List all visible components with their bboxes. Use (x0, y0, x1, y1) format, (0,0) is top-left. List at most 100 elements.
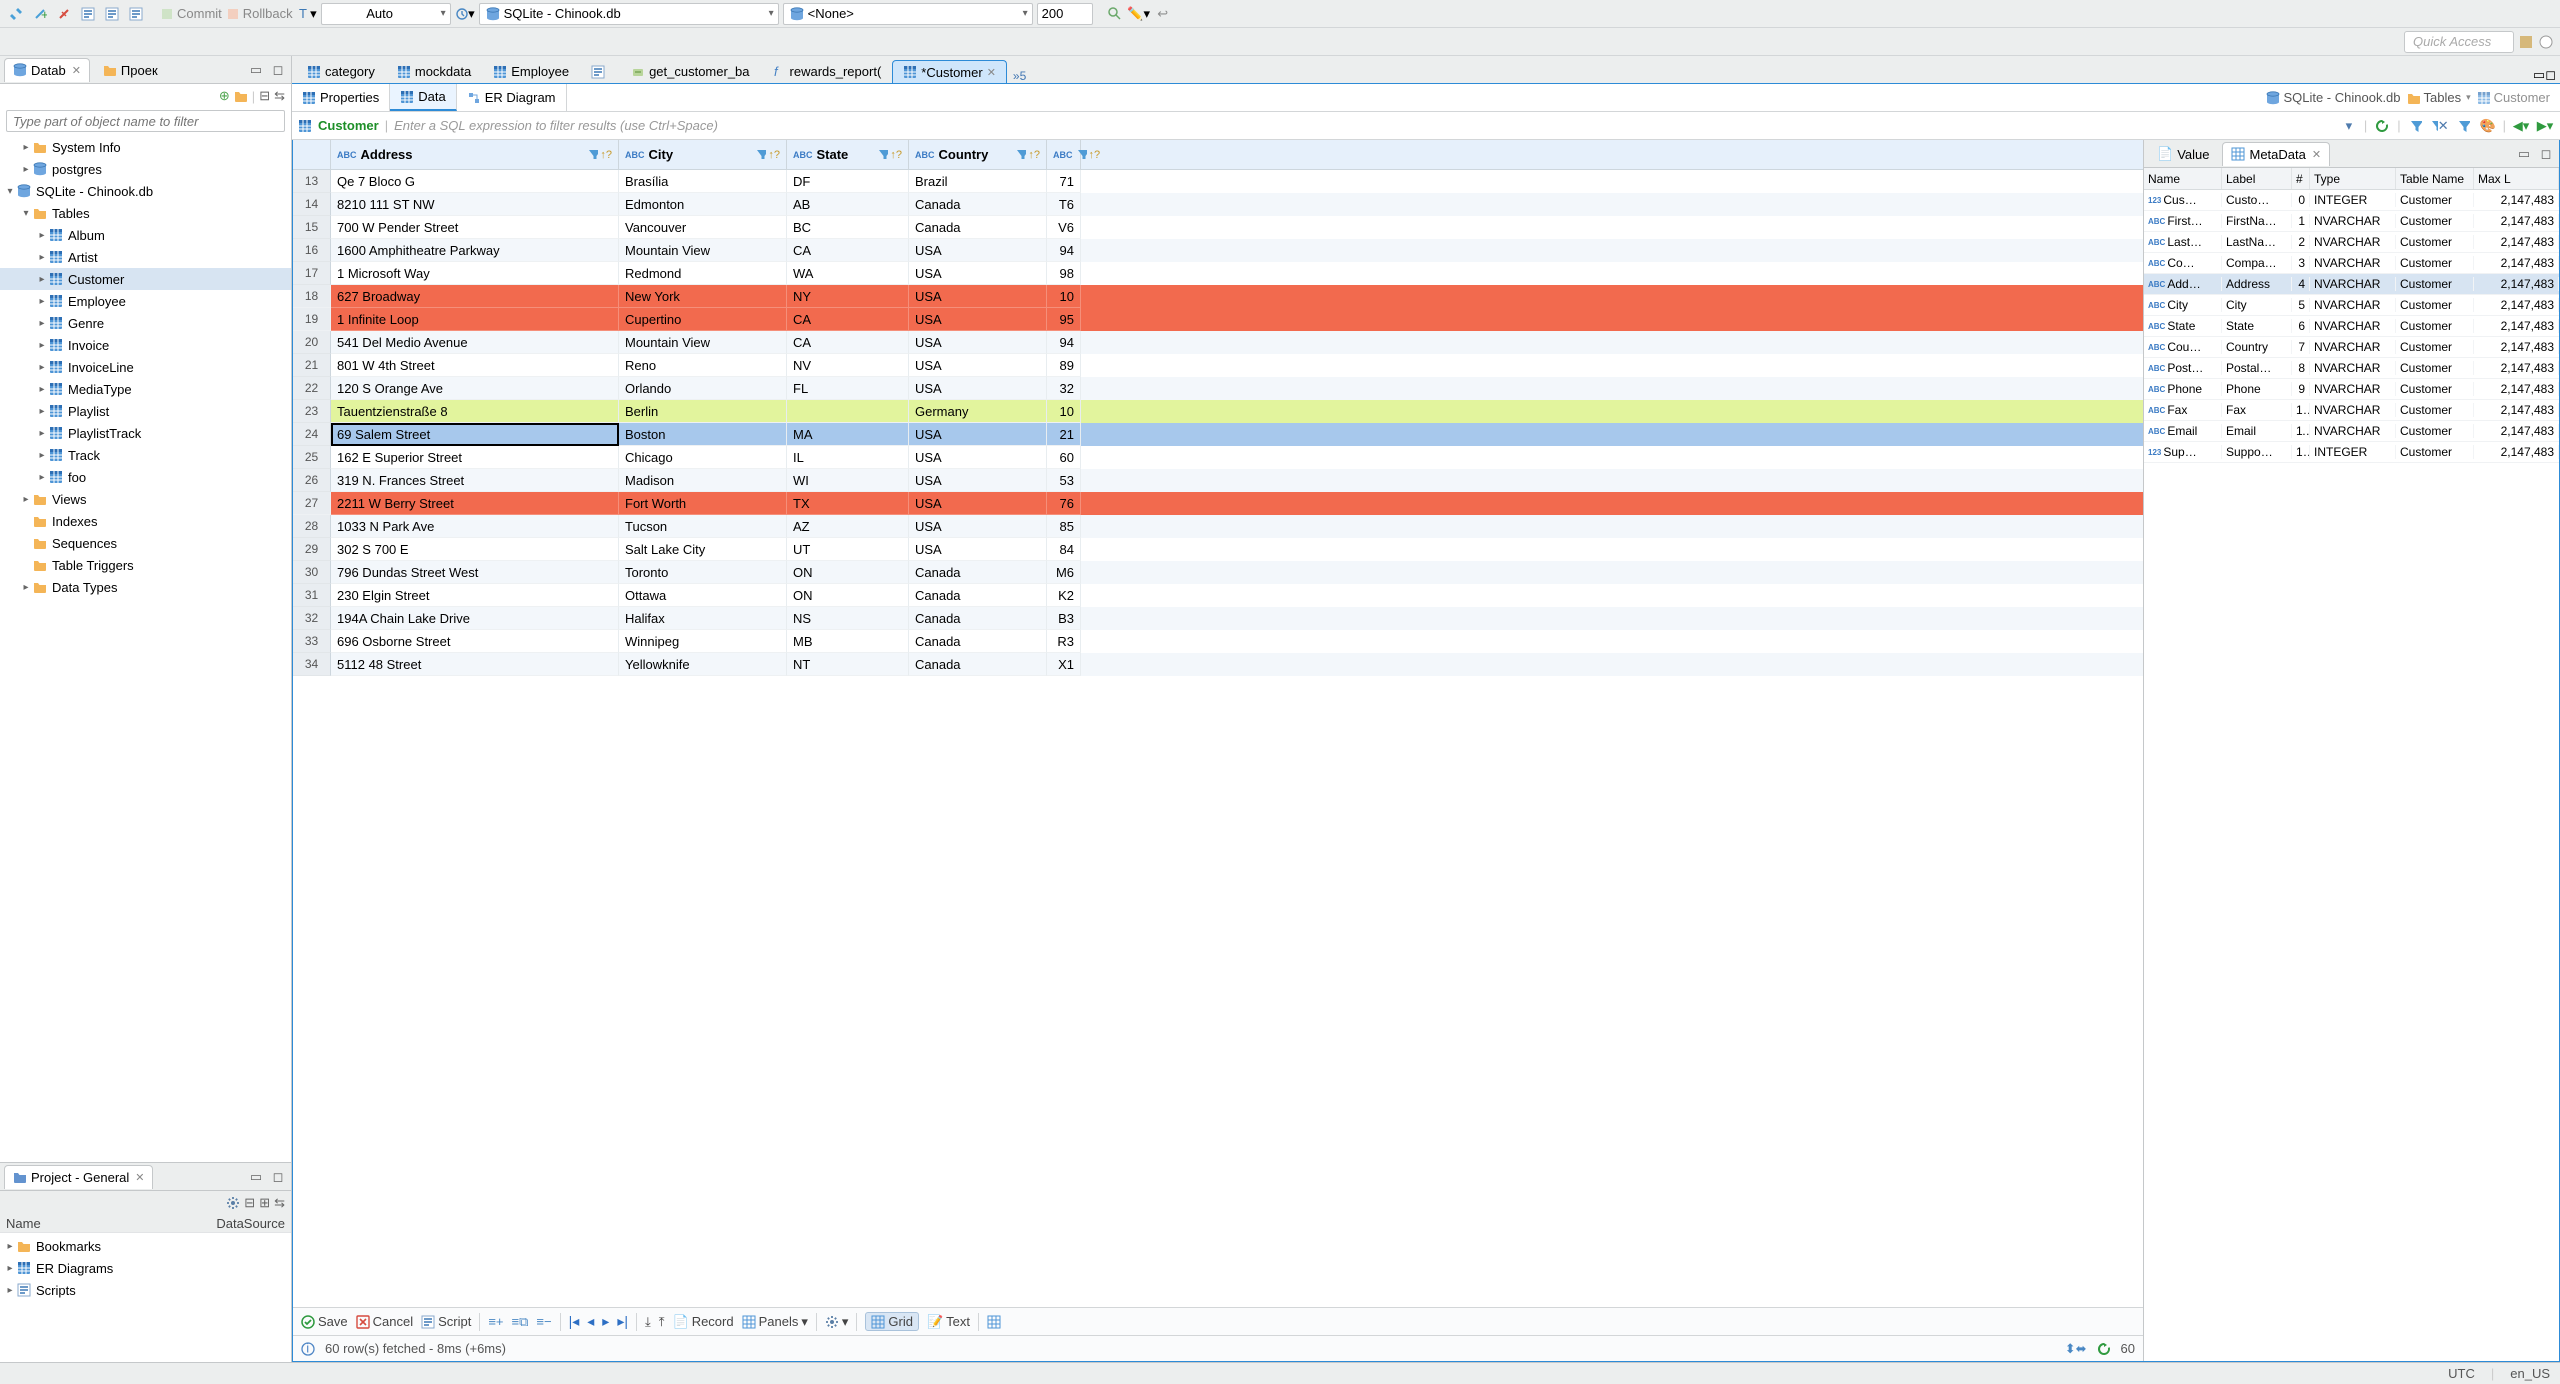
editor-tab[interactable]: category (296, 59, 386, 83)
connect-icon[interactable] (6, 4, 26, 24)
table-row[interactable]: 15700 W Pender StreetVancouverBCCanadaV6 (293, 216, 2143, 239)
tree-item[interactable]: ▸MediaType (0, 378, 291, 400)
nav-tree[interactable]: ▸System Info▸postgres▾SQLite - Chinook.d… (0, 134, 291, 1162)
filter-save-icon[interactable] (2455, 117, 2473, 135)
collapse-icon[interactable]: ⊟ (244, 1195, 255, 1211)
minimize-icon[interactable]: ▭ (2533, 67, 2545, 83)
table-row[interactable]: 171 Microsoft WayRedmondWAUSA98 (293, 262, 2143, 285)
breadcrumb-tables[interactable]: Tables▾ (2407, 90, 2471, 105)
close-icon[interactable]: ✕ (987, 66, 996, 79)
tree-item[interactable]: ▸Invoice (0, 334, 291, 356)
maximize-icon[interactable]: ◻ (2545, 67, 2556, 83)
filter-icon[interactable] (2407, 117, 2425, 135)
tree-item[interactable]: Table Triggers (0, 554, 291, 576)
new-folder-icon[interactable] (234, 89, 248, 103)
next-page-icon[interactable]: ▸ (602, 1313, 609, 1330)
meta-row[interactable]: ABCLast…LastNa…2NVARCHARCustomer2,147,48… (2144, 232, 2559, 253)
first-page-icon[interactable]: |◂ (569, 1313, 580, 1330)
table-row[interactable]: 161600 Amphitheatre ParkwayMountain View… (293, 239, 2143, 262)
editor-tab[interactable]: rewards_report( (761, 59, 893, 83)
table-row[interactable]: 23Tauentzienstraße 8BerlinGermany10 (293, 400, 2143, 423)
new-conn-icon[interactable]: ⊕ (219, 88, 230, 104)
table-row[interactable]: 148210 111 ST NWEdmontonABCanadaT6 (293, 193, 2143, 216)
rollback-button[interactable]: Rollback (226, 4, 293, 24)
add-row-icon[interactable]: ≡+ (488, 1314, 503, 1329)
connection-combo[interactable]: SQLite - Chinook.db (479, 3, 779, 25)
cancel-button[interactable]: Cancel (356, 1314, 413, 1329)
meta-row[interactable]: ABCCityCity5NVARCHARCustomer2,147,483 (2144, 295, 2559, 316)
close-icon[interactable]: ✕ (72, 64, 81, 77)
schema-combo[interactable]: <None> (783, 3, 1033, 25)
tree-item[interactable]: ▸Employee (0, 290, 291, 312)
tree-item[interactable]: ▸Playlist (0, 400, 291, 422)
tree-item[interactable]: ▸Track (0, 444, 291, 466)
meta-tab-value[interactable]: 📄Value (2148, 142, 2218, 166)
filter-clear-icon[interactable]: ✕ (2431, 117, 2449, 135)
nav-tab-database[interactable]: Datab✕ (4, 58, 90, 82)
gear-icon[interactable] (226, 1196, 240, 1210)
table-row[interactable]: 345112 48 StreetYellowknifeNTCanadaX1 (293, 653, 2143, 676)
prev-page-icon[interactable]: ◂ (587, 1313, 594, 1330)
meta-row[interactable]: ABCAdd…Address4NVARCHARCustomer2,147,483 (2144, 274, 2559, 295)
subtab-data[interactable]: Data (390, 84, 456, 111)
tx-mode-combo[interactable]: Auto (321, 3, 451, 25)
project-item[interactable]: ▸ER Diagrams (0, 1257, 291, 1279)
nav-filter-input[interactable] (6, 110, 285, 132)
tree-item[interactable]: ▸PlaylistTrack (0, 422, 291, 444)
breadcrumb-db[interactable]: SQLite - Chinook.db (2266, 90, 2400, 105)
close-icon[interactable]: ✕ (135, 1171, 144, 1184)
table-row[interactable]: 33696 Osborne StreetWinnipegMBCanadaR3 (293, 630, 2143, 653)
minimize-icon[interactable]: ▭ (2515, 145, 2533, 163)
text-mode-button[interactable]: 📝Text (927, 1314, 970, 1330)
table-row[interactable]: 30796 Dundas Street WestTorontoONCanadaM… (293, 561, 2143, 584)
editor-tab[interactable]: get_customer_ba (620, 59, 760, 83)
meta-row[interactable]: ABCCou…Country7NVARCHARCustomer2,147,483 (2144, 337, 2559, 358)
sql-recent-icon[interactable] (126, 4, 146, 24)
sql-editor-icon[interactable] (78, 4, 98, 24)
column-header[interactable]: ABCCountry↑? (909, 140, 1047, 169)
tree-item[interactable]: ▸Data Types (0, 576, 291, 598)
disconnect-icon[interactable] (54, 4, 74, 24)
perspective-dbeaver-icon[interactable] (2518, 34, 2534, 50)
history-icon[interactable]: ▾ (455, 4, 475, 24)
row-limit-field[interactable]: 200 (1037, 3, 1093, 25)
tree-item[interactable]: ▸Views (0, 488, 291, 510)
editor-tab[interactable] (580, 59, 620, 83)
undo-icon[interactable]: ↩ (1153, 4, 1173, 24)
editor-tab[interactable]: Employee (482, 59, 580, 83)
project-tab[interactable]: Project - General✕ (4, 1165, 153, 1189)
table-row[interactable]: 13Qe 7 Bloco GBrasíliaDFBrazil71 (293, 170, 2143, 193)
nav-tab-projects[interactable]: Проек (94, 58, 167, 82)
more-tabs[interactable]: »5 (1013, 69, 1026, 83)
table-row[interactable]: 21801 W 4th StreetRenoNVUSA89 (293, 354, 2143, 377)
commit-button[interactable]: Commit (160, 4, 222, 24)
tree-item[interactable]: Sequences (0, 532, 291, 554)
filter-input[interactable]: Enter a SQL expression to filter results… (394, 118, 2334, 133)
meta-row[interactable]: 123Sup…Suppo…12INTEGERCustomer2,147,483 (2144, 442, 2559, 463)
tree-item[interactable]: ▸postgres (0, 158, 291, 180)
subtab-properties[interactable]: Properties (292, 84, 390, 111)
meta-row[interactable]: ABCFaxFax10NVARCHARCustomer2,147,483 (2144, 400, 2559, 421)
present-icon[interactable] (987, 1315, 1001, 1329)
tree-item[interactable]: ▸InvoiceLine (0, 356, 291, 378)
meta-row[interactable]: ABCPost…Postal…8NVARCHARCustomer2,147,48… (2144, 358, 2559, 379)
meta-row[interactable]: ABCFirst…FirstNa…1NVARCHARCustomer2,147,… (2144, 211, 2559, 232)
filter-dropdown-icon[interactable]: ▾ (2340, 117, 2358, 135)
meta-row[interactable]: 123Cus…Custo…0INTEGERCustomer2,147,483 (2144, 190, 2559, 211)
table-row[interactable]: 22120 S Orange AveOrlandoFLUSA32 (293, 377, 2143, 400)
collapse-icon[interactable]: ⊟ (259, 88, 270, 104)
breadcrumb-table[interactable]: Customer (2477, 90, 2550, 105)
table-row[interactable]: 18627 BroadwayNew YorkNYUSA10 (293, 285, 2143, 308)
table-row[interactable]: 272211 W Berry StreetFort WorthTXUSA76 (293, 492, 2143, 515)
project-item[interactable]: ▸Scripts (0, 1279, 291, 1301)
new-icon[interactable]: ⊞ (259, 1195, 270, 1211)
column-header[interactable]: ABCAddress↑? (331, 140, 619, 169)
close-icon[interactable]: ✕ (2312, 148, 2321, 161)
data-grid[interactable]: ABCAddress↑?ABCCity↑?ABCState↑?ABCCountr… (293, 140, 2143, 1361)
colors-icon[interactable]: 🎨 (2479, 117, 2497, 135)
search-icon[interactable] (1105, 4, 1125, 24)
column-header[interactable]: ABCState↑? (787, 140, 909, 169)
perspective-other-icon[interactable] (2538, 34, 2554, 50)
table-row[interactable]: 25162 E Superior StreetChicagoILUSA60 (293, 446, 2143, 469)
project-item[interactable]: ▸Bookmarks (0, 1235, 291, 1257)
